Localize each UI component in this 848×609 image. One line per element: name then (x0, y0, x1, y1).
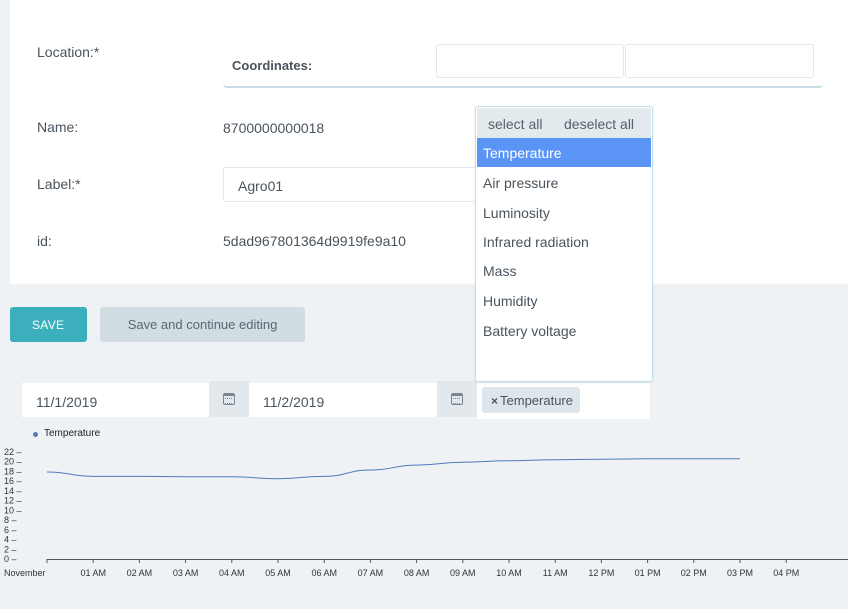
date-from-picker-button[interactable] (209, 381, 249, 417)
close-icon[interactable]: × (491, 394, 498, 408)
y-tick-label: 0 – (4, 554, 17, 564)
sensor-filter-input[interactable]: × Temperature (477, 383, 650, 419)
x-tick-label: 02 PM (681, 568, 707, 578)
date-from-input[interactable]: 11/1/2019 (22, 383, 209, 417)
date-to-picker-button[interactable] (437, 381, 477, 417)
x-tick-label: 01 PM (635, 568, 661, 578)
name-value: 8700000000018 (223, 120, 325, 136)
dropdown-actions: select all deselect all (477, 108, 651, 138)
y-tick-label: 18 – (4, 466, 22, 476)
x-tick-label: 01 AM (80, 568, 106, 578)
y-tick-label: 10 – (4, 505, 22, 515)
sensor-dropdown: select all deselect all Temperature Air … (475, 106, 653, 382)
y-tick-label: 16 – (4, 476, 22, 486)
dropdown-option-mass[interactable]: Mass (477, 256, 651, 285)
x-tick-label: 05 AM (265, 568, 291, 578)
x-tick-label: 03 PM (727, 568, 753, 578)
coordinates-label: Coordinates: (232, 58, 313, 73)
x-tick-label: 04 PM (773, 568, 799, 578)
dropdown-option-temperature[interactable]: Temperature (477, 138, 651, 167)
calendar-icon (223, 393, 235, 405)
x-tick-label: 06 AM (311, 568, 337, 578)
date-to-input[interactable]: 11/2/2019 (249, 383, 437, 417)
x-tick-label: November (4, 568, 46, 578)
x-tick-label: 09 AM (450, 568, 476, 578)
y-tick-label: 20 – (4, 457, 22, 467)
x-tick-label: 10 AM (496, 568, 522, 578)
name-label: Name: (37, 119, 79, 135)
deselect-all-button[interactable]: deselect all (564, 116, 634, 132)
temperature-chart: 0 –2 –4 –6 –8 –10 –12 –14 –16 –18 –20 –2… (0, 424, 848, 609)
label-label: Label:* (37, 176, 81, 192)
calendar-icon (451, 393, 463, 405)
latitude-input[interactable] (436, 44, 624, 78)
longitude-input[interactable] (625, 44, 814, 78)
dropdown-option-air-pressure[interactable]: Air pressure (477, 168, 651, 197)
label-input[interactable]: Agro01 (223, 167, 485, 202)
y-tick-label: 4 – (4, 535, 17, 545)
save-and-continue-button[interactable]: Save and continue editing (100, 307, 305, 342)
save-button[interactable]: SAVE (10, 307, 87, 342)
id-label: id: (37, 233, 52, 249)
x-tick-label: 03 AM (173, 568, 199, 578)
dropdown-option-infrared-radiation[interactable]: Infrared radiation (477, 227, 651, 256)
x-tick-label: 08 AM (404, 568, 430, 578)
selected-sensor-tag-label: Temperature (500, 393, 573, 408)
dropdown-option-humidity[interactable]: Humidity (477, 286, 651, 315)
dropdown-option-battery-voltage[interactable]: Battery voltage (477, 316, 651, 345)
dropdown-option-luminosity[interactable]: Luminosity (477, 198, 651, 227)
select-all-button[interactable]: select all (488, 116, 542, 132)
y-tick-label: 14 – (4, 486, 22, 496)
y-tick-label: 12 – (4, 496, 22, 506)
temperature-series-line (46, 458, 740, 480)
id-value: 5dad967801364d9919fe9a10 (223, 233, 406, 249)
x-tick-label: 12 PM (588, 568, 614, 578)
y-tick-label: 2 – (4, 544, 17, 554)
selected-sensor-tag: × Temperature (482, 387, 580, 413)
y-tick-label: 6 – (4, 525, 17, 535)
y-tick-label: 8 – (4, 515, 17, 525)
y-tick-label: 22 – (4, 447, 22, 457)
coordinates-box: Coordinates: (223, 42, 823, 88)
x-tick-label: 02 AM (127, 568, 153, 578)
x-tick-label: 11 AM (543, 568, 568, 578)
location-label: Location:* (37, 44, 100, 60)
x-tick-label: 07 AM (358, 568, 384, 578)
chart-canvas: 0 –2 –4 –6 –8 –10 –12 –14 –16 –18 –20 –2… (4, 447, 848, 578)
x-tick-label: 04 AM (219, 568, 245, 578)
